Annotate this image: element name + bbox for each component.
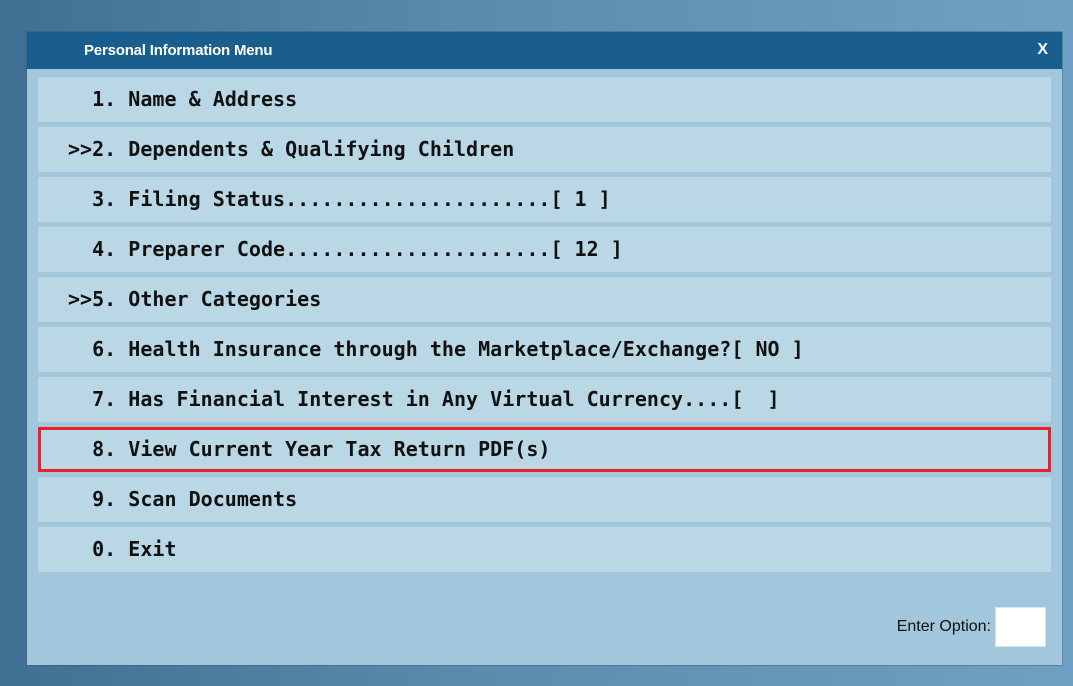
- menu-item-label: 0. Exit: [68, 537, 177, 561]
- dialog-title: Personal Information Menu: [84, 42, 273, 59]
- menu-item-label: 7. Has Financial Interest in Any Virtual…: [68, 387, 780, 411]
- menu-item-virtual-currency[interactable]: 7. Has Financial Interest in Any Virtual…: [38, 377, 1051, 422]
- enter-option-input[interactable]: [995, 607, 1046, 647]
- menu-item-other-categories[interactable]: >>5. Other Categories: [38, 277, 1051, 322]
- menu-item-label: >>2. Dependents & Qualifying Children: [68, 137, 515, 161]
- menu-item-filing-status[interactable]: 3. Filing Status......................[ …: [38, 177, 1051, 222]
- option-entry: Enter Option:: [897, 607, 1046, 647]
- menu-item-label: 3. Filing Status......................[ …: [68, 187, 611, 211]
- personal-information-dialog: Personal Information Menu X 1. Name & Ad…: [27, 32, 1062, 665]
- title-bar: Personal Information Menu X: [27, 32, 1062, 69]
- menu-item-label: 9. Scan Documents: [68, 487, 298, 511]
- menu-item-scan-documents[interactable]: 9. Scan Documents: [38, 477, 1051, 522]
- menu-item-name-address[interactable]: 1. Name & Address: [38, 77, 1051, 122]
- menu-item-label: >>5. Other Categories: [68, 287, 322, 311]
- menu-list: 1. Name & Address >>2. Dependents & Qual…: [38, 77, 1051, 577]
- menu-item-label: 6. Health Insurance through the Marketpl…: [68, 337, 804, 361]
- menu-item-preparer-code[interactable]: 4. Preparer Code......................[ …: [38, 227, 1051, 272]
- menu-item-label: 1. Name & Address: [68, 87, 298, 111]
- menu-item-exit[interactable]: 0. Exit: [38, 527, 1051, 572]
- menu-item-label: 8. View Current Year Tax Return PDF(s): [68, 437, 551, 461]
- menu-item-health-insurance[interactable]: 6. Health Insurance through the Marketpl…: [38, 327, 1051, 372]
- menu-item-dependents[interactable]: >>2. Dependents & Qualifying Children: [38, 127, 1051, 172]
- menu-item-view-tax-return-pdf[interactable]: 8. View Current Year Tax Return PDF(s): [38, 427, 1051, 472]
- enter-option-label: Enter Option:: [896, 618, 991, 635]
- close-button[interactable]: X: [1037, 41, 1048, 59]
- menu-item-label: 4. Preparer Code......................[ …: [68, 237, 623, 261]
